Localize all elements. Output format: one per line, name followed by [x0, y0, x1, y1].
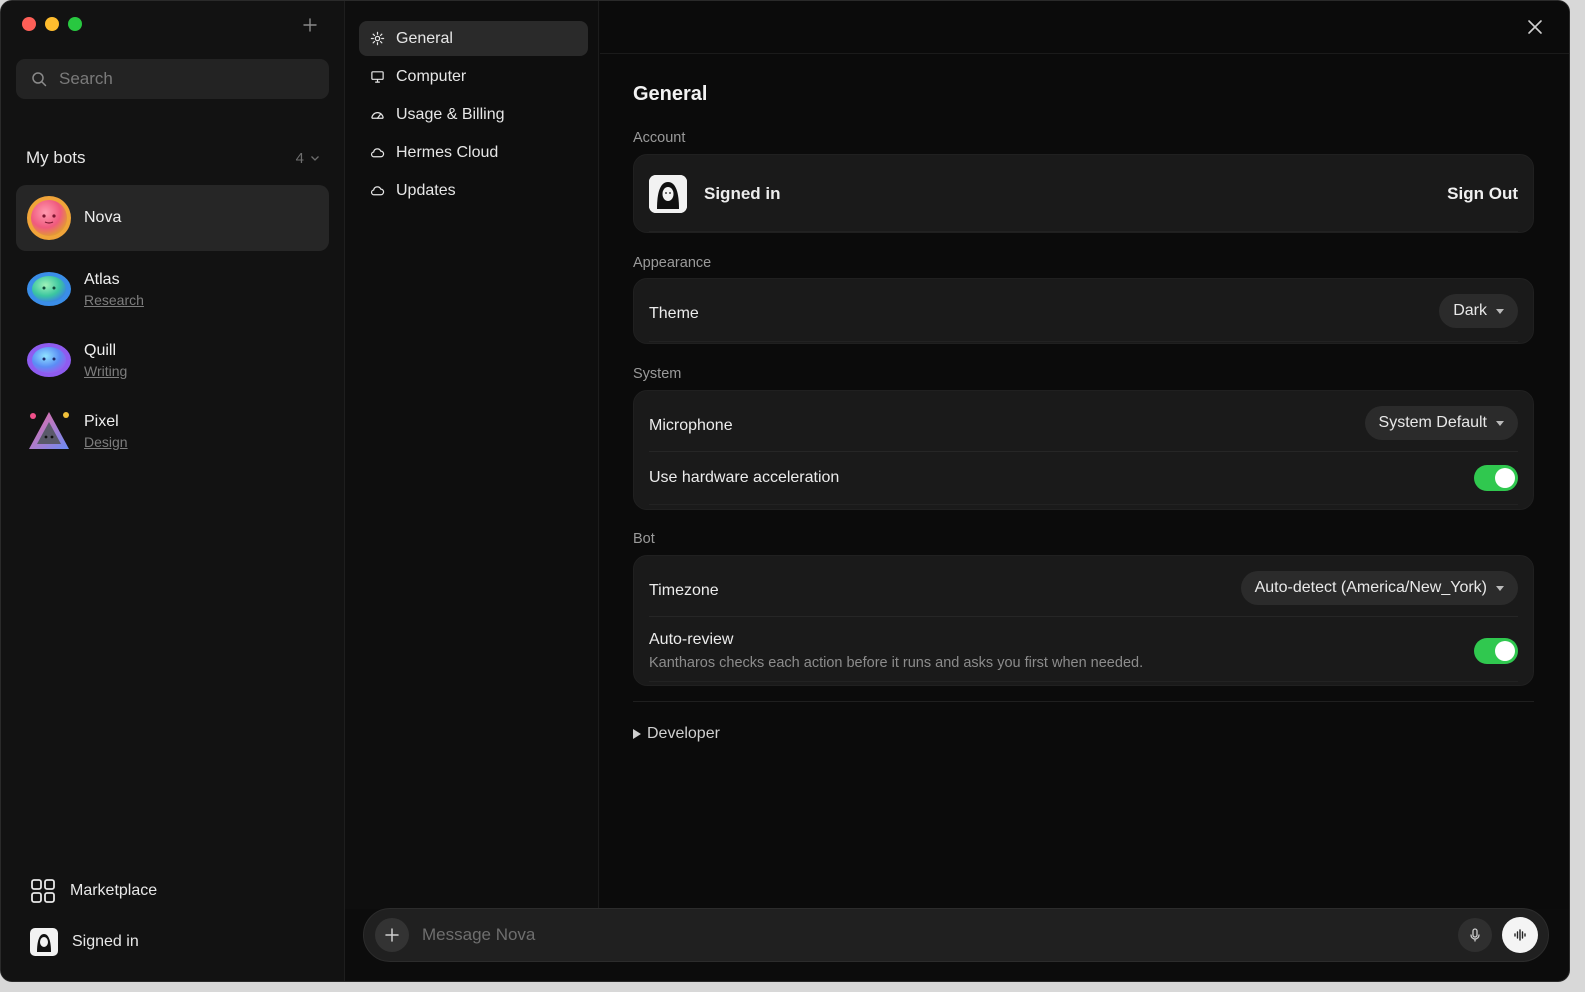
timezone-label: Timezone [649, 582, 719, 599]
system-card: Microphone System Default Use hardware a… [633, 390, 1534, 510]
bot-name: Nova [84, 209, 122, 226]
microphone-button[interactable] [1458, 918, 1492, 952]
search-icon [32, 72, 47, 87]
section-label-account: Account [633, 130, 686, 146]
auto-review-toggle[interactable] [1474, 638, 1518, 664]
grid-icon [31, 879, 55, 903]
cloud-icon [369, 145, 385, 161]
caret-down-icon [1496, 308, 1504, 314]
section-label-appearance: Appearance [633, 255, 712, 271]
app-window: My bots 4 Nova [0, 0, 1570, 982]
settings-nav-computer[interactable]: Computer [359, 59, 588, 94]
quill-avatar-icon [27, 343, 71, 377]
developer-disclosure[interactable]: Developer [633, 725, 720, 743]
search-box[interactable] [16, 59, 329, 99]
gauge-icon [369, 107, 385, 123]
bot-name: Atlas [84, 270, 120, 288]
timezone-dropdown[interactable]: Auto-detect (America/New_York) [1240, 571, 1518, 605]
settings-nav-hermes-cloud[interactable]: Hermes Cloud [359, 135, 588, 170]
bot-name: Quill [84, 341, 117, 359]
settings-nav: General Computer Usage & Billing Hermes … [345, 1, 599, 909]
nova-avatar-icon [27, 196, 71, 240]
bot-name: Pixel [84, 412, 119, 430]
hardware-acceleration-label: Use hardware acceleration [649, 469, 840, 486]
bots-count-value: 4 [295, 149, 304, 167]
sidebar: My bots 4 Nova [1, 1, 345, 981]
account-label: Signed in [72, 933, 139, 950]
settings-nav-updates[interactable]: Updates [359, 173, 588, 208]
plus-icon [385, 928, 399, 942]
nav-label: Usage & Billing [396, 105, 505, 123]
settings-content: General Account Signed in Sign Out Appea… [600, 1, 1569, 909]
my-bots-header[interactable]: My bots 4 [26, 148, 320, 168]
bot-item-quill[interactable]: Quill Writing [16, 327, 329, 393]
bot-subtitle[interactable]: Research [84, 292, 144, 308]
chevron-down-icon [311, 156, 319, 161]
developer-label: Developer [647, 725, 720, 742]
sign-out-button[interactable]: Sign Out [1447, 184, 1518, 204]
bot-subtitle[interactable]: Design [84, 434, 128, 450]
account-card: Signed in Sign Out [633, 154, 1534, 233]
search-input[interactable] [59, 69, 299, 89]
settings-nav-general[interactable]: General [359, 21, 588, 56]
nav-label: Updates [396, 181, 456, 199]
bot-item-atlas[interactable]: Atlas Research [16, 256, 329, 322]
close-icon [1528, 20, 1542, 34]
microphone-label: Microphone [649, 417, 733, 434]
caret-down-icon [1496, 585, 1504, 591]
cloud-icon [369, 183, 385, 199]
bot-list: Nova Atlas Research Quill Writing Pixel … [16, 185, 329, 469]
waveform-icon [1514, 929, 1526, 941]
settings-nav-usage-billing[interactable]: Usage & Billing [359, 97, 588, 132]
close-settings-button[interactable] [1525, 17, 1545, 37]
my-bots-title: My bots [26, 148, 86, 167]
my-bots-count: 4 [296, 150, 320, 167]
microphone-dropdown[interactable]: System Default [1364, 406, 1518, 440]
new-chat-button[interactable] [299, 15, 321, 37]
bot-item-pixel[interactable]: Pixel Design [16, 398, 329, 464]
page-title: General [633, 83, 708, 105]
account-link[interactable]: Signed in [30, 928, 139, 956]
bot-subtitle[interactable]: Writing [84, 363, 127, 379]
message-composer [363, 908, 1549, 962]
microphone-icon [1470, 928, 1480, 942]
atlas-avatar-icon [27, 272, 71, 306]
content-topbar [600, 1, 1569, 54]
voice-mode-button[interactable] [1502, 917, 1538, 953]
close-window-button[interactable] [22, 17, 36, 31]
microphone-value: System Default [1378, 414, 1487, 431]
appearance-card: Theme Dark [633, 278, 1534, 344]
timezone-value: Auto-detect (America/New_York) [1254, 579, 1487, 596]
account-status: Signed in [704, 184, 781, 203]
gear-icon [369, 31, 385, 47]
nav-label: Hermes Cloud [396, 143, 499, 161]
nav-label: Computer [396, 67, 467, 85]
marketplace-link[interactable]: Marketplace [30, 878, 157, 904]
caret-down-icon [1496, 420, 1504, 426]
section-label-bot: Bot [633, 531, 655, 547]
bot-item-nova[interactable]: Nova [16, 185, 329, 251]
message-input[interactable] [422, 925, 1458, 945]
plus-icon [303, 18, 317, 32]
section-label-system: System [633, 366, 682, 382]
bot-card: Timezone Auto-detect (America/New_York) … [633, 555, 1534, 686]
pixel-avatar-icon [29, 412, 69, 449]
hardware-acceleration-toggle[interactable] [1474, 465, 1518, 491]
attach-button[interactable] [375, 918, 409, 952]
zoom-window-button[interactable] [68, 17, 82, 31]
window-controls [22, 17, 82, 31]
theme-value: Dark [1453, 302, 1487, 319]
auto-review-label: Auto-review [649, 631, 734, 648]
monitor-icon [369, 69, 385, 85]
user-avatar [30, 928, 58, 956]
theme-dropdown[interactable]: Dark [1439, 294, 1518, 328]
theme-label: Theme [649, 305, 699, 322]
account-avatar [649, 175, 687, 213]
nav-label: General [396, 29, 453, 47]
disclosure-triangle-icon [633, 729, 641, 739]
auto-review-description: Kantharos checks each action before it r… [649, 655, 1144, 671]
minimize-window-button[interactable] [45, 17, 59, 31]
marketplace-label: Marketplace [70, 882, 158, 899]
